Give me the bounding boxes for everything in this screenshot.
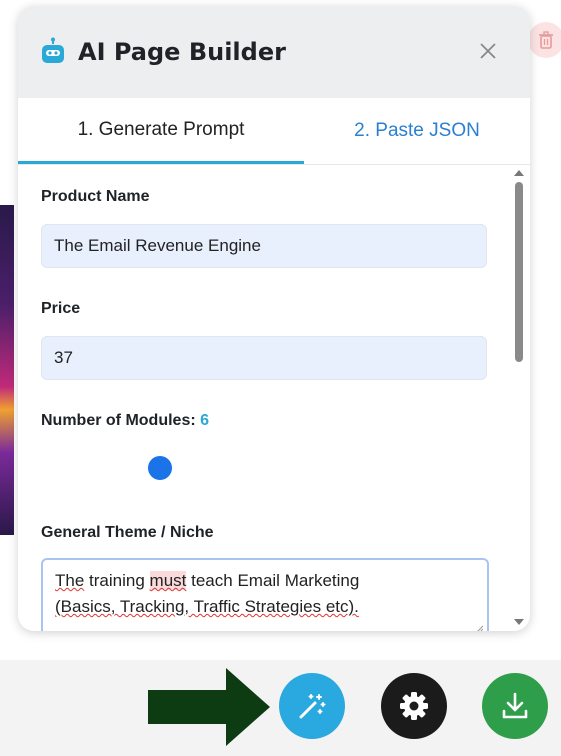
panel-title: AI Page Builder (78, 38, 286, 66)
magic-wand-button[interactable] (279, 673, 345, 739)
background-image-strip (0, 205, 14, 535)
theme-word: training (89, 571, 145, 590)
theme-word: The (55, 571, 85, 590)
theme-word: Email (237, 571, 280, 590)
scroll-up-arrow-icon[interactable] (514, 170, 524, 176)
download-button[interactable] (482, 673, 548, 739)
magic-wand-icon (299, 694, 326, 719)
price-input[interactable]: 37 (41, 336, 487, 380)
panel-header: AI Page Builder (18, 6, 530, 98)
panel-scrollbar[interactable] (508, 164, 530, 631)
product-name-label: Product Name (41, 188, 150, 205)
right-arrow-icon (148, 668, 270, 746)
trash-button[interactable] (528, 22, 561, 58)
scroll-thumb[interactable] (515, 182, 523, 362)
tab-bar: 1. Generate Prompt 2. Paste JSON (18, 98, 530, 165)
tab-generate-prompt[interactable]: 1. Generate Prompt (18, 98, 304, 164)
theme-line-1: The training must teach Email Marketing (55, 568, 475, 594)
modules-slider-thumb[interactable] (148, 456, 172, 480)
trash-icon (539, 31, 553, 49)
theme-word: must (149, 571, 187, 590)
download-icon (502, 692, 528, 719)
close-icon[interactable] (476, 39, 500, 63)
theme-label: General Theme / Niche (41, 524, 214, 541)
settings-button[interactable] (381, 673, 447, 739)
modules-label: Number of Modules: 6 (41, 412, 209, 430)
price-label: Price (41, 300, 81, 317)
product-name-input[interactable]: The Email Revenue Engine (41, 224, 487, 268)
theme-textarea[interactable]: The training must teach Email Marketing … (41, 558, 489, 631)
ai-page-builder-panel: AI Page Builder 1. Generate Prompt 2. Pa… (18, 6, 530, 631)
form-content: Product Name The Email Revenue Engine Pr… (18, 164, 508, 631)
modules-label-text: Number of Modules: (41, 412, 196, 429)
robot-icon (42, 37, 64, 63)
theme-word: Marketing (284, 571, 360, 590)
tab-paste-json[interactable]: 2. Paste JSON (304, 98, 530, 164)
theme-word: teach (191, 571, 233, 590)
modules-count: 6 (200, 412, 210, 429)
theme-line-2: (Basics, Tracking, Traffic Strategies et… (55, 597, 359, 616)
gear-icon (400, 692, 428, 720)
resize-grip-icon[interactable] (475, 624, 483, 631)
scroll-down-arrow-icon[interactable] (514, 619, 524, 625)
